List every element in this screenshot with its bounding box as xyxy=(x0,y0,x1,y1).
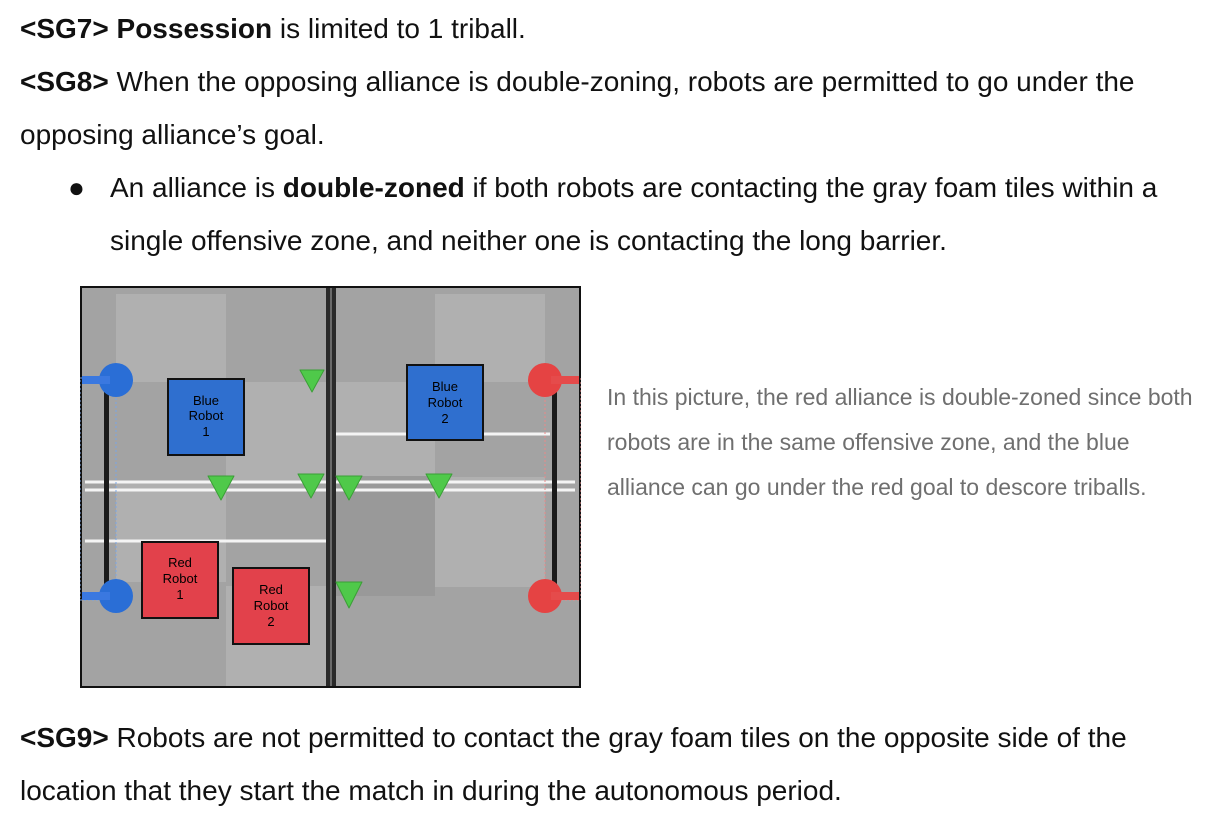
svg-text:Robot: Robot xyxy=(163,571,198,586)
svg-text:Robot: Robot xyxy=(428,395,463,410)
bullet-icon: ● xyxy=(68,172,85,203)
svg-text:Blue: Blue xyxy=(432,379,458,394)
svg-text:Red: Red xyxy=(259,582,283,597)
bullet-term: double-zoned xyxy=(282,172,465,203)
red-robot-1: Red Robot 1 xyxy=(141,541,219,619)
svg-text:2: 2 xyxy=(267,614,274,629)
svg-text:Robot: Robot xyxy=(189,408,224,423)
bullet-pre: An alliance is xyxy=(110,172,283,203)
svg-text:Blue: Blue xyxy=(193,393,219,408)
bullet-text: An alliance is double-zoned if both robo… xyxy=(110,161,1200,267)
svg-text:2: 2 xyxy=(441,411,448,426)
svg-text:Robot: Robot xyxy=(254,598,289,613)
blue-robot-1: Blue Robot 1 xyxy=(167,378,245,456)
svg-text:1: 1 xyxy=(202,424,209,439)
svg-text:Red: Red xyxy=(168,555,192,570)
rule-text: Robots are not permitted to contact the … xyxy=(20,722,1127,806)
figure-caption: In this picture, the red alliance is dou… xyxy=(607,384,1193,500)
blue-robot-2: Blue Robot 2 xyxy=(406,364,484,441)
rule-sg7: <SG7> Possession is limited to 1 triball… xyxy=(20,2,1210,55)
red-robot-2: Red Robot 2 xyxy=(232,567,310,645)
rule-sg8: <SG8> When the opposing alliance is doub… xyxy=(20,55,1210,161)
rule-sg9: <SG9> Robots are not permitted to contac… xyxy=(20,711,1210,817)
rule-tag: <SG7> xyxy=(20,13,109,44)
field-diagram: Blue Robot 1 Blue Robot 2 Red Robot 1 Re… xyxy=(80,286,581,688)
rule-text: is limited to 1 triball. xyxy=(272,13,526,44)
rule-tag: <SG8> xyxy=(20,66,109,97)
rule-tag: <SG9> xyxy=(20,722,109,753)
svg-text:1: 1 xyxy=(176,587,183,602)
rule-text: When the opposing alliance is double-zon… xyxy=(20,66,1135,150)
rule-term: Possession xyxy=(116,13,273,44)
